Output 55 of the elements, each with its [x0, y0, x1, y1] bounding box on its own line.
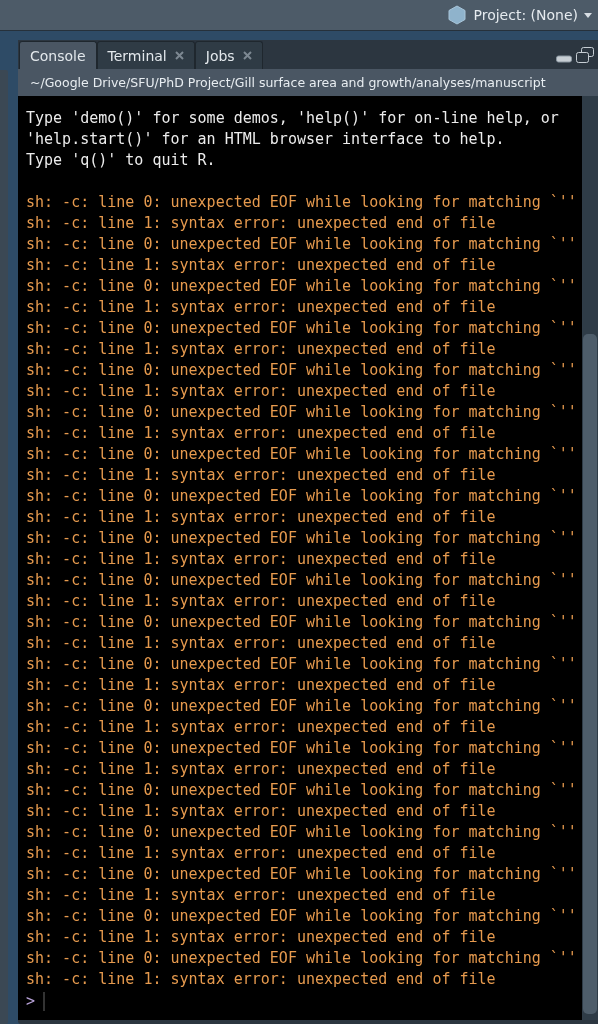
- console-line: 'help.start()' for an HTML browser interface to help.: [26, 129, 505, 150]
- error-line: sh: -c: line 1: syntax error: unexpected end of file: [26, 549, 496, 570]
- console-line: Type 'q()' to quit R.: [26, 150, 216, 171]
- error-line: sh: -c: line 1: syntax error: unexpected end of file: [26, 339, 496, 360]
- error-line: sh: -c: line 1: syntax error: unexpected end of file: [26, 507, 496, 528]
- error-line: sh: -c: line 0: unexpected EOF while looking for matching `'': [26, 780, 577, 801]
- error-line: sh: -c: line 1: syntax error: unexpected end of file: [26, 759, 496, 780]
- error-line: sh: -c: line 1: syntax error: unexpected end of file: [26, 591, 496, 612]
- error-line: sh: -c: line 1: syntax error: unexpected end of file: [26, 969, 496, 990]
- error-line: sh: -c: line 0: unexpected EOF while looking for matching `'': [26, 234, 577, 255]
- pane-tab[interactable]: Terminal: [96, 41, 195, 69]
- error-line: sh: -c: line 0: unexpected EOF while looking for matching `'': [26, 822, 577, 843]
- error-line: sh: -c: line 0: unexpected EOF while looking for matching `'': [26, 864, 577, 885]
- project-menu[interactable]: Project: (None): [447, 5, 598, 25]
- working-directory-path: ~/Google Drive/SFU/PhD Project/Gill surface area and growth/analyses/manuscript: [29, 75, 546, 90]
- error-line: sh: -c: line 1: syntax error: unexpected end of file: [26, 633, 496, 654]
- close-icon[interactable]: [174, 51, 184, 60]
- error-line: sh: -c: line 1: syntax error: unexpected end of file: [26, 843, 496, 864]
- caret-icon: [584, 12, 592, 18]
- error-line: sh: -c: line 0: unexpected EOF while looking for matching `'': [26, 402, 577, 423]
- error-line: sh: -c: line 0: unexpected EOF while looking for matching `'': [26, 192, 577, 213]
- error-line: sh: -c: line 0: unexpected EOF while looking for matching `'': [26, 276, 577, 297]
- error-line: sh: -c: line 1: syntax error: unexpected end of file: [26, 381, 496, 402]
- error-line: sh: -c: line 0: unexpected EOF while looking for matching `'': [26, 948, 577, 969]
- prompt-symbol: >: [26, 991, 36, 1012]
- error-line: sh: -c: line 1: syntax error: unexpected end of file: [26, 801, 496, 822]
- error-line: sh: -c: line 0: unexpected EOF while looking for matching `'': [26, 696, 577, 717]
- close-icon[interactable]: [242, 51, 252, 60]
- console-line: Type 'demo()' for some demos, 'help()' for on-line help, or: [26, 108, 559, 129]
- error-line: sh: -c: line 0: unexpected EOF while looking for matching `'': [26, 486, 577, 507]
- error-line: sh: -c: line 1: syntax error: unexpected end of file: [26, 927, 496, 948]
- error-line: sh: -c: line 1: syntax error: unexpected end of file: [26, 297, 496, 318]
- scrollbar[interactable]: [582, 96, 598, 1020]
- error-line: sh: -c: line 1: syntax error: unexpected end of file: [26, 465, 496, 486]
- error-line: sh: -c: line 0: unexpected EOF while looking for matching `'': [26, 654, 577, 675]
- error-line: sh: -c: line 1: syntax error: unexpected end of file: [26, 675, 496, 696]
- error-line: sh: -c: line 0: unexpected EOF while looking for matching `'': [26, 738, 577, 759]
- error-line: sh: -c: line 1: syntax error: unexpected end of file: [26, 213, 496, 234]
- error-line: sh: -c: line 0: unexpected EOF while looking for matching `'': [26, 528, 577, 549]
- error-line: sh: -c: line 1: syntax error: unexpected end of file: [26, 423, 496, 444]
- minimize-icon[interactable]: [556, 55, 572, 63]
- pane-tab[interactable]: Console: [19, 41, 97, 69]
- error-line: sh: -c: line 0: unexpected EOF while looking for matching `'': [26, 612, 577, 633]
- error-line: sh: -c: line 0: unexpected EOF while looking for matching `'': [26, 318, 577, 339]
- error-line: sh: -c: line 0: unexpected EOF while looking for matching `'': [26, 906, 577, 927]
- error-line: sh: -c: line 1: syntax error: unexpected end of file: [26, 717, 496, 738]
- error-line: sh: -c: line 1: syntax error: unexpected end of file: [26, 885, 496, 906]
- text-cursor: [43, 992, 46, 1011]
- maximize-icon[interactable]: [576, 47, 594, 63]
- error-line: sh: -c: line 0: unexpected EOF while looking for matching `'': [26, 360, 577, 381]
- error-line: sh: -c: line 0: unexpected EOF while looking for matching `'': [26, 444, 577, 465]
- error-line: sh: -c: line 1: syntax error: unexpected end of file: [26, 255, 496, 276]
- error-line: sh: -c: line 0: unexpected EOF while looking for matching `'': [26, 570, 577, 591]
- pane-tab[interactable]: Jobs: [194, 41, 263, 69]
- scrollbar-thumb[interactable]: [583, 334, 597, 1014]
